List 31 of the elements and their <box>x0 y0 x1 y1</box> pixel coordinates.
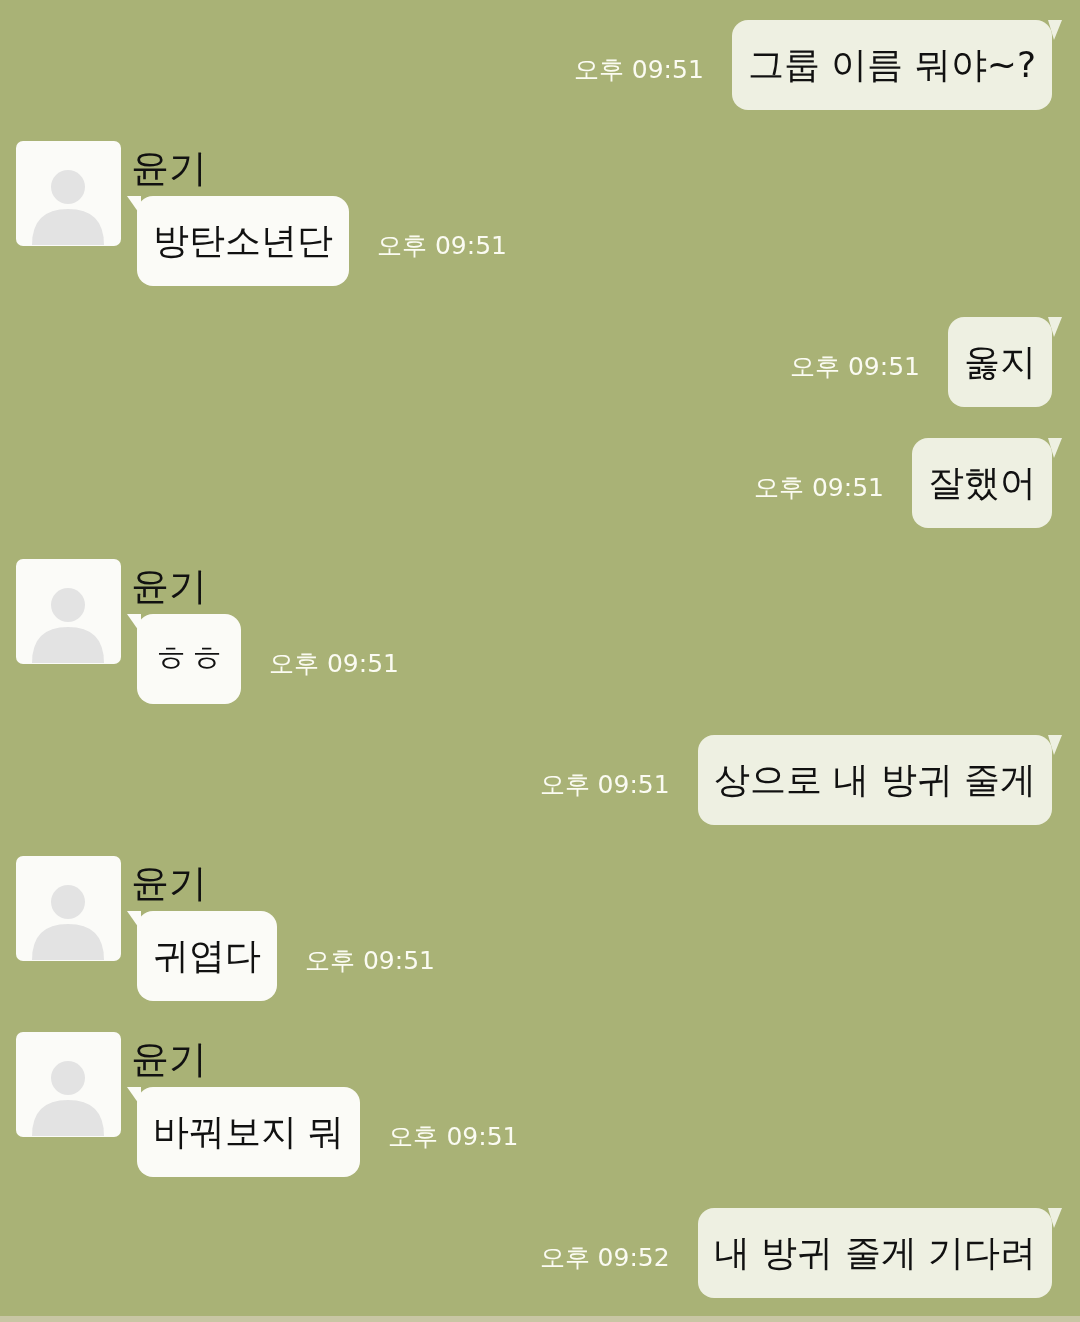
message-time: 오후 09:51 <box>377 230 507 262</box>
message-bubble: 방탄소년단 <box>137 196 349 286</box>
message-bubble: 바꿔보지 뭐 <box>137 1087 361 1177</box>
message-bubble: 내 방귀 줄게 기다려 <box>697 1208 1052 1298</box>
message-time: 오후 09:51 <box>269 648 399 680</box>
bubble-tail <box>1048 1208 1062 1228</box>
message-time: 오후 09:51 <box>388 1121 519 1153</box>
avatar-icon <box>16 559 121 664</box>
avatar-icon <box>16 1032 121 1137</box>
message-bubble: 상으로 내 방귀 줄게 <box>697 735 1052 825</box>
sender-name: 윤기 <box>131 1036 208 1083</box>
message-bubble: 그룹 이름 뭐야~? <box>731 20 1052 110</box>
message-bubble: 귀엽다 <box>137 911 277 1001</box>
bubble-tail <box>1048 735 1062 755</box>
message-time: 오후 09:51 <box>305 945 435 977</box>
bubble-tail <box>1048 317 1062 337</box>
message-bubble: 잘했어 <box>912 438 1052 528</box>
sender-name: 윤기 <box>131 860 208 907</box>
bubble-tail <box>1048 438 1062 458</box>
message-time: 오후 09:51 <box>754 472 884 504</box>
sender-name: 윤기 <box>131 145 208 192</box>
message-time: 오후 09:51 <box>539 769 670 801</box>
message-bubble: ㅎㅎ <box>137 614 241 704</box>
avatar-icon <box>16 856 121 961</box>
message-time: 오후 09:51 <box>790 351 920 383</box>
avatar-icon <box>16 141 121 246</box>
message-bubble: 옳지 <box>948 317 1052 407</box>
message-time: 오후 09:52 <box>539 1242 670 1274</box>
sender-name: 윤기 <box>131 563 208 610</box>
message-time: 오후 09:51 <box>573 54 704 86</box>
bubble-tail <box>1048 20 1062 40</box>
